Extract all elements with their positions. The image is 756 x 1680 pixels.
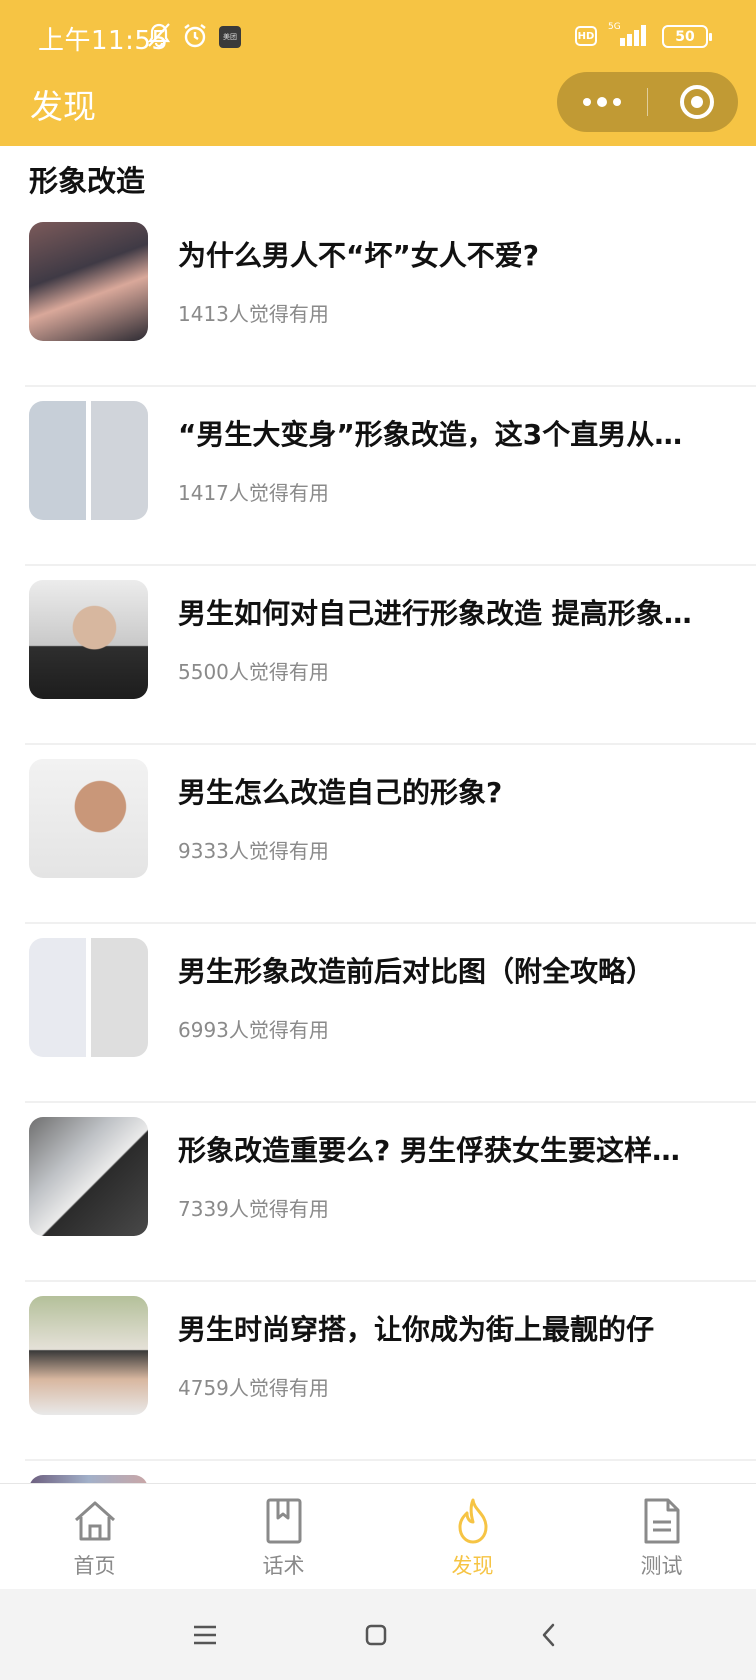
home-icon — [74, 1501, 116, 1541]
article-list: 为什么男人不“坏”女人不爱? 1413人觉得有用 “男生大变身”形象改造，这3个… — [0, 208, 756, 1640]
system-nav-bar — [0, 1589, 756, 1680]
svg-text:5G: 5G — [608, 22, 621, 32]
cellular-signal-icon: 5G — [606, 20, 652, 52]
dot-icon — [613, 98, 621, 106]
tab-bar: 首页 话术 发现 测试 — [0, 1483, 756, 1589]
article-item[interactable]: 形象改造重要么? 男生俘获女生要这样… 7339人觉得有用 — [0, 1103, 756, 1282]
article-title: 为什么男人不“坏”女人不爱? — [178, 239, 540, 272]
document-icon — [644, 1498, 680, 1544]
article-thumbnail — [29, 1296, 148, 1415]
article-helpful-count: 1413人觉得有用 — [178, 302, 329, 326]
article-thumbnail — [29, 580, 148, 699]
article-title: 男生如何对自己进行形象改造 提高形象… — [178, 597, 692, 630]
article-title: 男生形象改造前后对比图（附全攻略） — [178, 955, 655, 988]
capsule-divider — [647, 88, 648, 116]
article-thumbnail — [29, 938, 148, 1057]
dot-icon — [597, 97, 607, 107]
article-title: 形象改造重要么? 男生俘获女生要这样… — [178, 1134, 680, 1167]
header: 上午11:55 美团 HD 5G 50 发现 — [0, 0, 756, 146]
more-options-button[interactable] — [557, 72, 647, 132]
bookmark-book-icon — [266, 1498, 302, 1544]
flame-icon — [458, 1498, 488, 1544]
alarm-clock-icon — [181, 22, 209, 54]
hd-voice-icon: HD — [575, 26, 597, 46]
tab-test[interactable]: 测试 — [567, 1484, 756, 1590]
article-thumbnail — [29, 759, 148, 878]
article-title: 男生怎么改造自己的形象? — [178, 776, 503, 809]
close-miniprogram-button[interactable] — [680, 85, 714, 119]
article-item[interactable]: 男生时尚穿搭，让你成为街上最靓的仔 4759人觉得有用 — [0, 1282, 756, 1461]
article-helpful-count: 6993人觉得有用 — [178, 1018, 329, 1042]
article-title: “男生大变身”形象改造，这3个直男从… — [178, 418, 683, 451]
section-title: 形象改造 — [29, 164, 146, 198]
home-nav-button[interactable] — [354, 1613, 398, 1657]
tab-label: 话术 — [262, 1554, 305, 1578]
page-title: 发现 — [30, 87, 96, 126]
tab-label: 测试 — [640, 1554, 683, 1578]
mute-bell-icon — [146, 22, 172, 52]
meituan-app-icon: 美团 — [219, 26, 241, 48]
status-bar: 上午11:55 美团 HD 5G 50 — [0, 0, 756, 72]
menu-button[interactable] — [183, 1613, 227, 1657]
article-thumbnail — [29, 401, 148, 520]
back-button[interactable] — [527, 1613, 571, 1657]
article-helpful-count: 5500人觉得有用 — [178, 660, 329, 684]
miniprogram-capsule — [557, 72, 738, 132]
menu-icon — [194, 1625, 216, 1645]
article-item[interactable]: 男生如何对自己进行形象改造 提高形象… 5500人觉得有用 — [0, 566, 756, 745]
tab-home[interactable]: 首页 — [0, 1484, 189, 1590]
tab-label: 首页 — [73, 1554, 116, 1578]
battery-icon: 50 — [662, 25, 712, 48]
article-item[interactable]: “男生大变身”形象改造，这3个直男从… 1417人觉得有用 — [0, 387, 756, 566]
article-title: 男生时尚穿搭，让你成为街上最靓的仔 — [178, 1313, 655, 1346]
article-helpful-count: 9333人觉得有用 — [178, 839, 329, 863]
chevron-left-icon — [542, 1623, 555, 1647]
screen: 上午11:55 美团 HD 5G 50 发现 形象改造 为什么男人不“坏”女人不… — [0, 0, 756, 1680]
article-helpful-count: 7339人觉得有用 — [178, 1197, 329, 1221]
tab-scripts[interactable]: 话术 — [189, 1484, 378, 1590]
dot-icon — [583, 98, 591, 106]
article-helpful-count: 4759人觉得有用 — [178, 1376, 329, 1400]
tab-label: 发现 — [451, 1554, 494, 1578]
article-thumbnail — [29, 222, 148, 341]
article-thumbnail — [29, 1117, 148, 1236]
article-item[interactable]: 为什么男人不“坏”女人不爱? 1413人觉得有用 — [0, 208, 756, 387]
square-home-icon — [365, 1624, 387, 1646]
article-item[interactable]: 男生怎么改造自己的形象? 9333人觉得有用 — [0, 745, 756, 924]
article-helpful-count: 1417人觉得有用 — [178, 481, 329, 505]
article-item[interactable]: 男生形象改造前后对比图（附全攻略） 6993人觉得有用 — [0, 924, 756, 1103]
tab-discover[interactable]: 发现 — [378, 1484, 567, 1590]
